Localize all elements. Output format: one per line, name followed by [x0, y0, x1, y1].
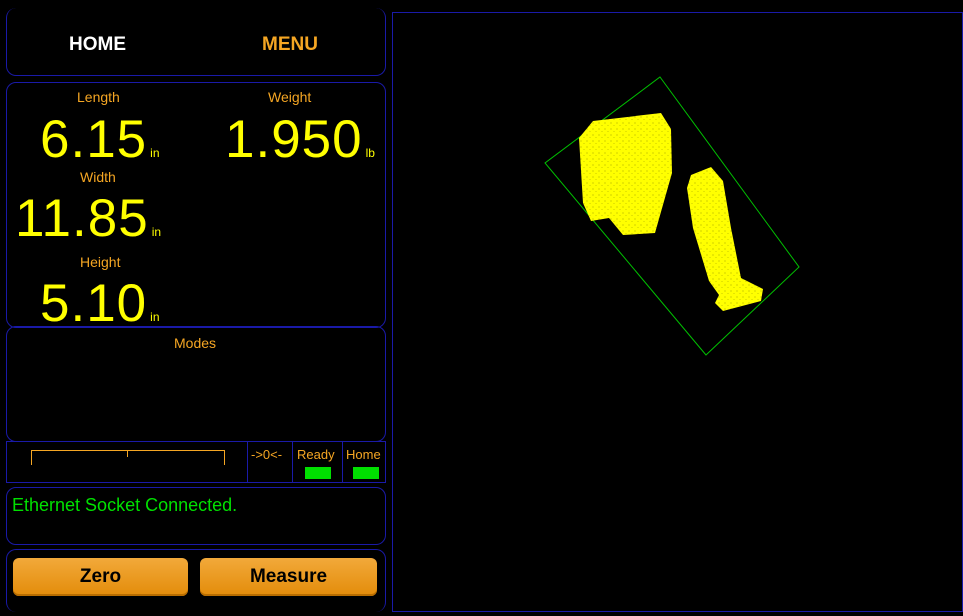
- modes-panel: Modes: [6, 326, 386, 442]
- weight-label: Weight: [268, 89, 312, 105]
- height-value: 5.10: [40, 274, 148, 333]
- message-panel: Ethernet Socket Connected.: [6, 487, 386, 545]
- actions-panel: Zero Measure: [6, 549, 386, 612]
- home-button[interactable]: HOME: [69, 34, 126, 56]
- measurements-panel: Length 6.15 in Weight 1.950 lb Width 11.85…: [6, 82, 386, 330]
- measure-button[interactable]: Measure: [200, 558, 377, 596]
- weight-value: 1.950: [225, 110, 363, 169]
- home-indicator-label: Home: [346, 447, 381, 462]
- height-label: Height: [80, 254, 121, 270]
- zero-button[interactable]: Zero: [13, 558, 188, 596]
- length-label: Length: [77, 89, 120, 105]
- width-label: Width: [80, 169, 116, 185]
- modes-title: Modes: [174, 335, 217, 351]
- length-unit: in: [150, 146, 160, 160]
- ready-indicator-label: Ready: [297, 447, 335, 462]
- zero-indicator-cell: ->0<-: [247, 442, 292, 482]
- width-unit: in: [151, 225, 162, 239]
- weight-unit: lb: [365, 146, 375, 160]
- scanned-object: [579, 113, 763, 311]
- scan-canvas: [544, 76, 800, 356]
- status-bar: ->0<- Ready Home: [6, 441, 386, 483]
- width-value: 11.85: [15, 189, 149, 248]
- progress-gauge: [31, 450, 225, 465]
- height-unit: in: [150, 310, 160, 324]
- width-readout: 11.85 in: [15, 192, 161, 259]
- home-led: [353, 467, 379, 479]
- nav-bar: HOME MENU: [6, 8, 386, 76]
- status-message: Ethernet Socket Connected.: [12, 495, 238, 515]
- home-indicator-cell: Home: [342, 442, 387, 482]
- control-panel: HOME MENU Length 6.15 in Weight 1.950 lb W…: [6, 8, 388, 612]
- zero-indicator-label: ->0<-: [251, 447, 283, 462]
- scan-view[interactable]: [392, 12, 963, 612]
- weight-readout: 1.950 lb: [225, 113, 375, 180]
- bounding-box: [544, 76, 800, 356]
- ready-indicator-cell: Ready: [292, 442, 342, 482]
- ready-led: [305, 467, 331, 479]
- length-value: 6.15: [40, 110, 148, 169]
- menu-button[interactable]: MENU: [262, 34, 318, 56]
- gauge-center-tick: [127, 451, 128, 457]
